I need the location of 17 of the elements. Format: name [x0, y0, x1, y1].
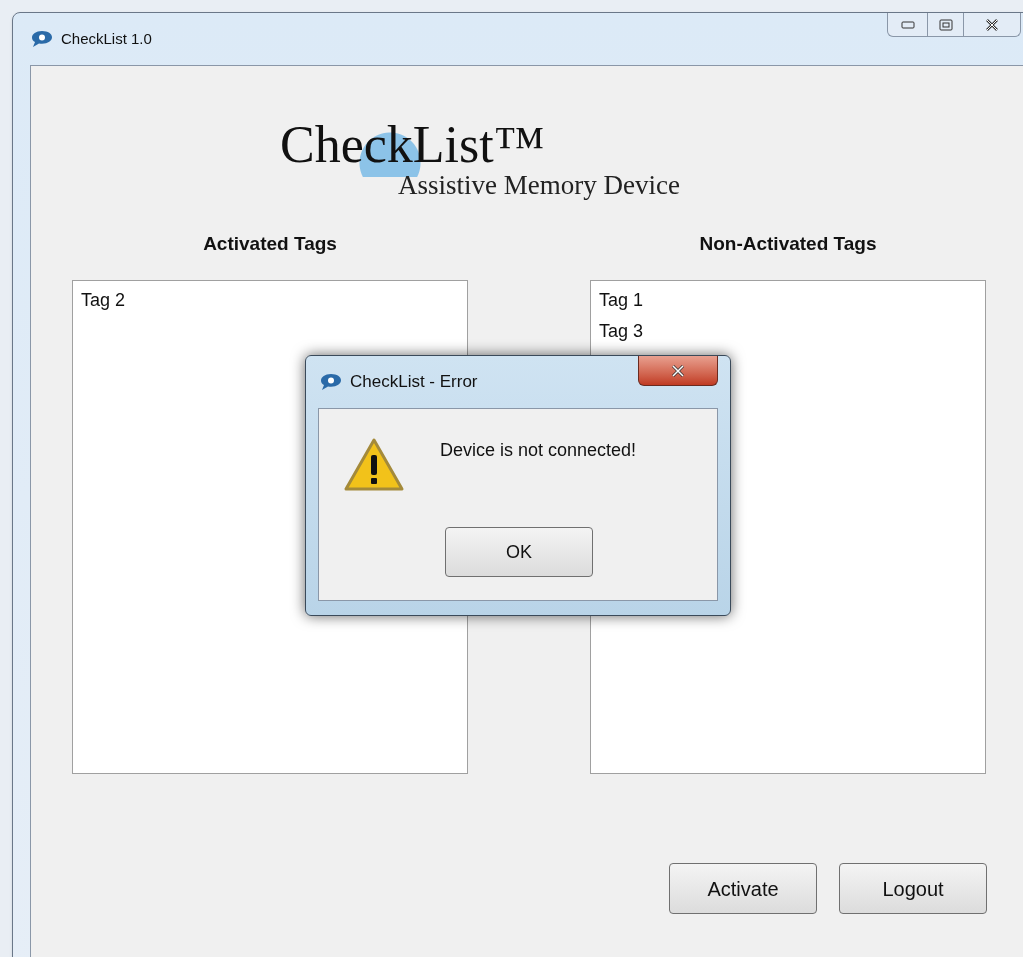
- minimize-icon: [900, 20, 915, 29]
- list-item[interactable]: Tag 1: [599, 285, 644, 316]
- ok-button[interactable]: OK: [445, 527, 593, 577]
- maximize-icon: [938, 18, 953, 31]
- action-button[interactable]: Logout: [839, 863, 987, 914]
- close-icon: [985, 18, 999, 31]
- list-item[interactable]: Tag 2: [81, 285, 126, 316]
- window-title: CheckList 1.0: [61, 28, 152, 49]
- speech-bubble-icon: [320, 373, 342, 391]
- action-button[interactable]: Activate: [669, 863, 817, 914]
- list-item[interactable]: Tag 3: [599, 316, 644, 347]
- list-heading: Activated Tags: [203, 232, 337, 256]
- close-button[interactable]: [638, 356, 718, 386]
- list-heading: Non-Activated Tags: [699, 232, 877, 256]
- speech-bubble-icon: [31, 30, 53, 48]
- close-icon: [671, 364, 685, 377]
- warning-icon: [343, 437, 405, 493]
